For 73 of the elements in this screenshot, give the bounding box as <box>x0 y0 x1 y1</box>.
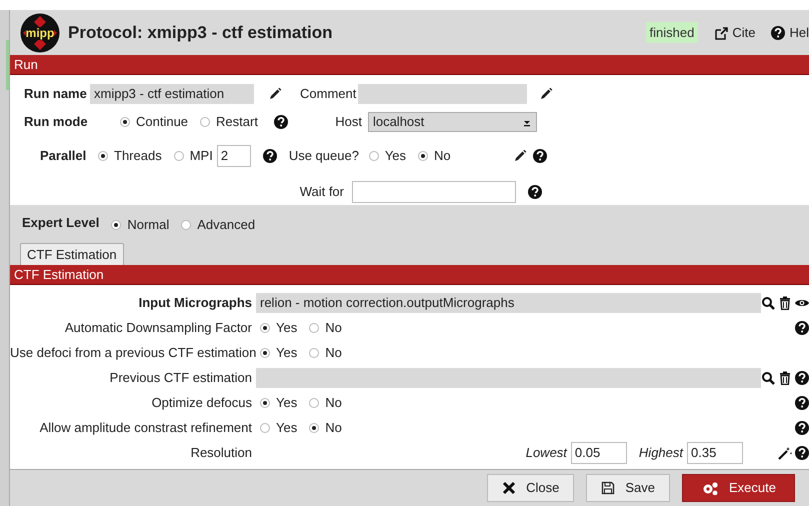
radio-option[interactable]: No <box>309 342 342 362</box>
radio-option[interactable]: MPI <box>174 146 213 166</box>
param-label: Resolution <box>190 444 253 462</box>
radio-option[interactable]: Normal <box>111 215 170 234</box>
cite-link[interactable]: Cite <box>714 22 756 42</box>
help-icon[interactable] <box>795 420 809 434</box>
section-header: CTF Estimation <box>10 265 809 285</box>
save-button[interactable]: Save <box>586 474 670 502</box>
radio-option[interactable]: Yes <box>260 318 298 338</box>
pointer-field[interactable] <box>256 368 761 388</box>
field-label: Comment <box>300 85 358 104</box>
text-field[interactable]: xmipp3 - ctf estimation <box>90 84 254 104</box>
search-icon[interactable] <box>761 296 775 310</box>
field-label: Use queue? <box>288 147 360 166</box>
field-label: Parallel <box>40 147 88 166</box>
help-icon[interactable] <box>262 149 277 163</box>
param-label: Automatic Downsampling Factor <box>64 318 253 337</box>
mpi-field[interactable]: 2 <box>216 145 251 167</box>
pencil-icon[interactable] <box>539 87 553 101</box>
help-icon[interactable] <box>795 396 809 410</box>
status-label: finished <box>646 22 698 44</box>
wand-icon[interactable] <box>778 446 792 460</box>
pencil-icon[interactable] <box>268 87 282 101</box>
radio-option[interactable]: Yes <box>260 342 298 362</box>
external-link-icon <box>714 26 728 40</box>
field-label: Run name <box>24 85 88 104</box>
window-title: Protocol: xmipp3 - ctf estimation <box>68 22 332 44</box>
radio-option[interactable]: No <box>309 392 342 412</box>
trash-icon[interactable] <box>778 296 792 310</box>
field-label: Host <box>334 113 363 132</box>
field-label: Expert Level <box>22 214 100 232</box>
field-label: Wait for <box>298 183 345 202</box>
close-icon <box>502 481 516 495</box>
number-field[interactable]: 0.35 <box>687 442 743 464</box>
help-icon[interactable] <box>532 149 547 163</box>
logo: mipp <box>20 12 60 52</box>
radio-option[interactable]: No <box>309 418 342 438</box>
param-label: Input Micrographs <box>138 294 253 312</box>
field-label: Lowest <box>526 444 567 462</box>
close-button[interactable]: Close <box>487 474 574 502</box>
help-icon[interactable] <box>795 370 809 384</box>
radio-option[interactable]: Yes <box>260 418 298 438</box>
help-icon[interactable] <box>795 446 809 460</box>
pointer-field[interactable]: relion - motion correction.outputMicrographs <box>256 292 761 312</box>
radio-option[interactable]: Yes <box>260 392 298 412</box>
help-icon <box>771 26 786 40</box>
radio-option[interactable]: Advanced <box>181 215 256 234</box>
help-icon[interactable] <box>274 115 288 129</box>
help-icon[interactable] <box>528 185 542 199</box>
radio-option[interactable]: Threads <box>98 146 162 166</box>
field-label: Run mode <box>24 113 89 132</box>
radio-option[interactable]: No <box>309 318 342 338</box>
radio-option[interactable]: Yes <box>368 146 406 166</box>
param-label: Allow amplitude constrast refinement <box>38 418 253 437</box>
tab[interactable]: CTF Estimation <box>20 242 124 265</box>
param-label: Previous CTF estimation <box>108 368 253 387</box>
radio-option[interactable]: Restart <box>200 112 258 132</box>
radio-option[interactable]: No <box>418 146 451 166</box>
param-label: Optimize defocus <box>150 394 253 412</box>
radio-option[interactable]: Continue <box>120 112 188 132</box>
number-field[interactable]: 0.05 <box>570 442 627 464</box>
text-field[interactable] <box>352 181 516 203</box>
help-link[interactable]: Hel <box>771 22 809 42</box>
section-header: Run <box>10 55 809 75</box>
execute-button[interactable]: Execute <box>682 474 795 502</box>
text-field[interactable] <box>358 84 527 104</box>
help-icon[interactable] <box>795 320 809 334</box>
search-icon[interactable] <box>761 370 775 384</box>
host-dropdown[interactable]: localhost <box>368 112 537 132</box>
pencil-icon[interactable] <box>512 149 527 163</box>
trash-icon[interactable] <box>778 370 792 384</box>
field-label: Highest <box>638 444 683 462</box>
param-label: Use defoci from a previous CTF estimation <box>10 344 256 362</box>
